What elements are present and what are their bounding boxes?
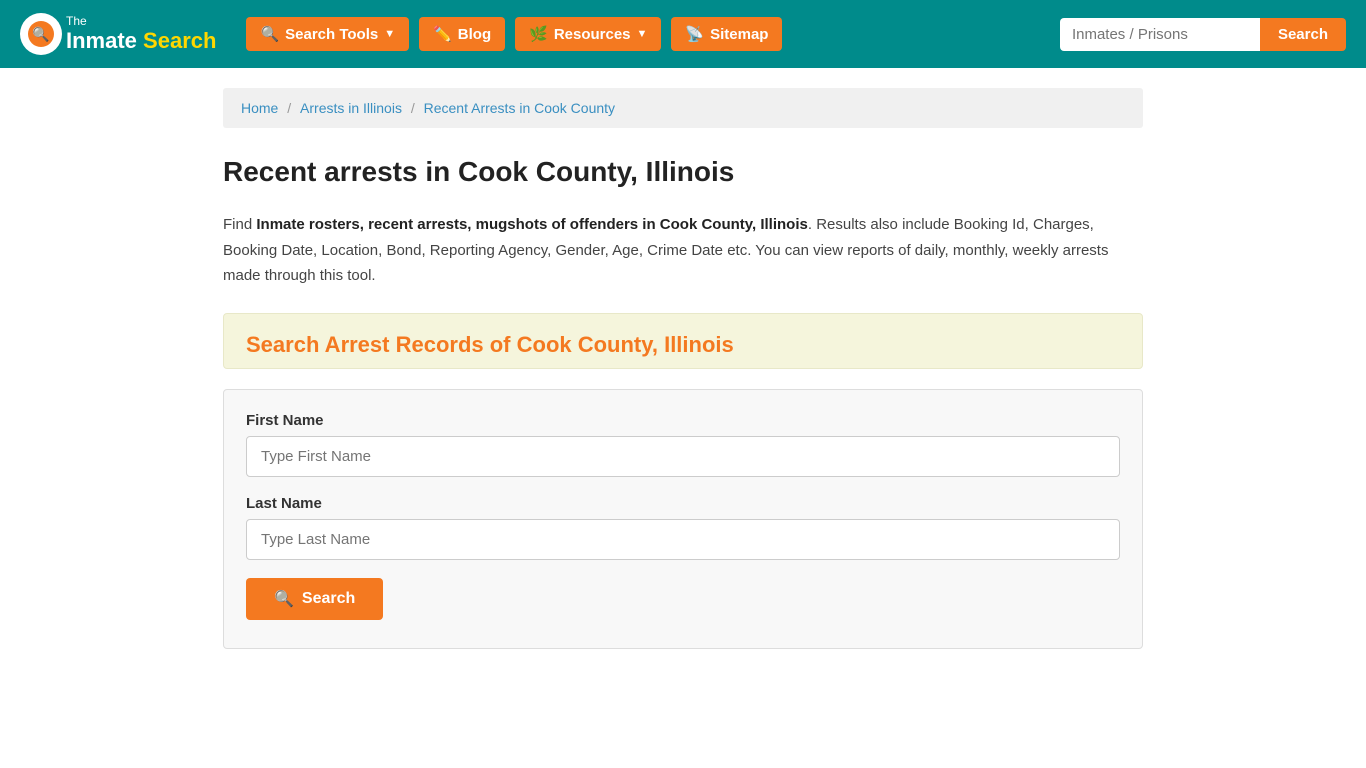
search-section-title: Search Arrest Records of Cook County, Il… <box>246 332 1120 358</box>
blog-icon: ✏️ <box>433 25 452 43</box>
search-submit-icon: 🔍 <box>274 589 294 609</box>
breadcrumb-home[interactable]: Home <box>241 100 278 116</box>
logo-text: The Inmate Search <box>66 15 216 52</box>
search-form-box: First Name Last Name 🔍 Search <box>223 389 1143 649</box>
search-section-header: Search Arrest Records of Cook County, Il… <box>223 313 1143 369</box>
navbar: 🔍 The Inmate Search 🔍 Search Tools ▼ ✏️ … <box>0 0 1366 68</box>
first-name-group: First Name <box>246 412 1120 477</box>
search-tools-icon: 🔍 <box>260 25 279 43</box>
resources-label: Resources <box>554 26 631 43</box>
main-content: Home / Arrests in Illinois / Recent Arre… <box>203 68 1163 689</box>
description-start: Find <box>223 216 256 233</box>
sitemap-icon: 📡 <box>685 25 704 43</box>
breadcrumb-separator-2: / <box>411 100 419 116</box>
description-bold: Inmate rosters, recent arrests, mugshots… <box>256 216 808 233</box>
breadcrumb-separator-1: / <box>287 100 295 116</box>
sitemap-label: Sitemap <box>710 26 768 43</box>
nav-search-button[interactable]: Search <box>1260 18 1346 51</box>
svg-text:🔍: 🔍 <box>32 25 49 43</box>
logo-inmate: Inmate Search <box>66 28 216 53</box>
nav-search-area: Search <box>1060 18 1346 51</box>
resources-icon: 🌿 <box>529 25 548 43</box>
first-name-label: First Name <box>246 412 1120 429</box>
search-submit-button[interactable]: 🔍 Search <box>246 578 383 620</box>
breadcrumb-level2[interactable]: Recent Arrests in Cook County <box>424 100 615 116</box>
logo-link[interactable]: 🔍 The Inmate Search <box>20 13 216 55</box>
chevron-down-icon-2: ▼ <box>637 28 648 40</box>
search-tools-button[interactable]: 🔍 Search Tools ▼ <box>246 17 409 51</box>
last-name-group: Last Name <box>246 495 1120 560</box>
first-name-input[interactable] <box>246 436 1120 477</box>
search-submit-label: Search <box>302 590 355 608</box>
logo-badge: 🔍 <box>20 13 62 55</box>
chevron-down-icon: ▼ <box>384 28 395 40</box>
breadcrumb: Home / Arrests in Illinois / Recent Arre… <box>223 88 1143 128</box>
blog-label: Blog <box>458 26 491 43</box>
page-description: Find Inmate rosters, recent arrests, mug… <box>223 212 1143 289</box>
last-name-input[interactable] <box>246 519 1120 560</box>
blog-button[interactable]: ✏️ Blog <box>419 17 505 51</box>
nav-search-label: Search <box>1278 26 1328 43</box>
logo-icon: 🔍 <box>27 20 55 48</box>
resources-button[interactable]: 🌿 Resources ▼ <box>515 17 661 51</box>
search-tools-label: Search Tools <box>285 26 378 43</box>
sitemap-button[interactable]: 📡 Sitemap <box>671 17 782 51</box>
nav-search-input[interactable] <box>1060 18 1260 51</box>
last-name-label: Last Name <box>246 495 1120 512</box>
breadcrumb-level1[interactable]: Arrests in Illinois <box>300 100 402 116</box>
page-title: Recent arrests in Cook County, Illinois <box>223 156 1143 188</box>
